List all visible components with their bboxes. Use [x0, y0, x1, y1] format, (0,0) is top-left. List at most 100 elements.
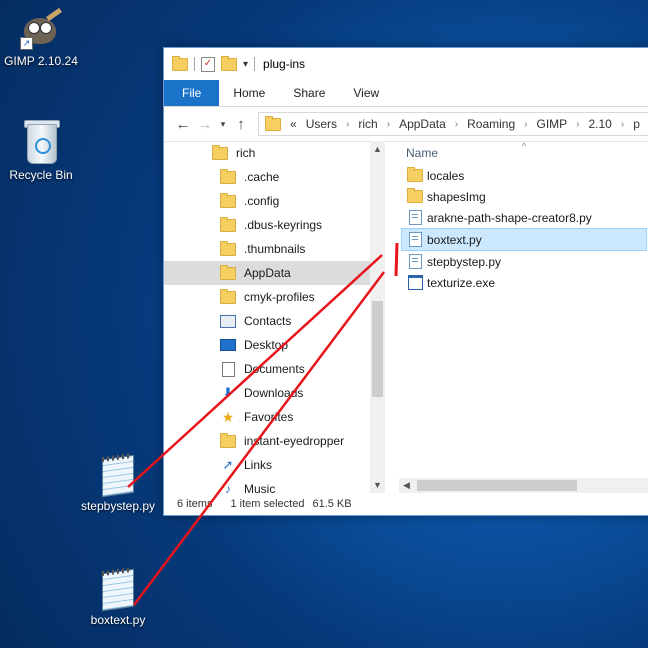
file-name: shapesImg	[427, 189, 486, 204]
up-arrow-icon[interactable]: ↑	[230, 116, 252, 133]
nav-item-thumbnails[interactable]: .thumbnails	[164, 237, 370, 261]
chevron-right-icon[interactable]: ›	[524, 119, 527, 130]
breadcrumb-roaming[interactable]: Roaming	[467, 117, 515, 131]
breadcrumb-2-10[interactable]: 2.10	[589, 117, 612, 131]
documents-icon	[221, 361, 235, 377]
breadcrumb-plug-ins[interactable]: p	[633, 117, 640, 131]
nav-item-appdata[interactable]: AppData	[164, 261, 370, 285]
file-row-boxtext[interactable]: boxtext.py	[401, 228, 647, 251]
file-row-locales[interactable]: locales	[399, 165, 648, 186]
nav-item-music[interactable]: ♪ Music	[164, 477, 370, 493]
file-row-stepbystep[interactable]: stepbystep.py	[399, 251, 648, 272]
python-file-icon	[408, 210, 422, 225]
folder-icon	[220, 216, 236, 232]
nav-item-rich[interactable]: rich	[164, 141, 370, 165]
nav-item-label: instant-eyedropper	[244, 434, 345, 448]
folder-icon	[220, 168, 236, 184]
python-file-icon	[408, 254, 422, 269]
folder-icon	[220, 264, 236, 280]
chevron-right-icon[interactable]: ›	[387, 119, 390, 130]
nav-item-label: Links	[244, 458, 273, 472]
file-row-shapesimg[interactable]: shapesImg	[399, 186, 648, 207]
nav-item-documents[interactable]: Documents	[164, 357, 370, 381]
customize-dropdown-icon[interactable]: ▾	[243, 59, 248, 70]
nav-item-instant-eyedropper[interactable]: instant-eyedropper	[164, 429, 370, 453]
nav-item-favorites[interactable]: ★ Favorites	[164, 405, 370, 429]
nav-item-label: Favorites	[244, 410, 294, 424]
desktop-icon-boxtext[interactable]: boxtext.py	[73, 566, 163, 627]
sort-ascending-icon: ^	[522, 141, 527, 151]
tab-home[interactable]: Home	[219, 80, 279, 106]
scroll-left-icon[interactable]: ◀	[399, 478, 414, 493]
breadcrumb-users[interactable]: Users	[306, 117, 337, 131]
notepad-file-icon	[98, 452, 138, 498]
nav-item-label: .dbus-keyrings	[244, 218, 323, 232]
address-bar[interactable]: « Users › rich › AppData › Roaming › GIMP › 2…	[258, 112, 648, 136]
nav-item-cache[interactable]: .cache	[164, 165, 370, 189]
folder-icon	[265, 115, 281, 131]
file-list-pane: ^ Name locales shapesImg arakne-path-sha…	[399, 141, 648, 493]
properties-icon[interactable]: ✓	[201, 56, 215, 72]
nav-item-label: Music	[244, 482, 276, 493]
file-row-texturize[interactable]: texturize.exe	[399, 272, 648, 293]
nav-item-label: Documents	[244, 362, 305, 376]
nav-item-links[interactable]: ➚ Links	[164, 453, 370, 477]
column-header-label: Name	[406, 146, 439, 160]
address-overflow[interactable]: «	[290, 117, 297, 131]
folder-icon	[220, 288, 236, 304]
title-bar: ✓ ▾ plug-ins	[164, 48, 648, 80]
chevron-right-icon[interactable]: ›	[576, 119, 579, 130]
file-name: locales	[427, 168, 465, 183]
gimp-icon: ↗	[20, 7, 62, 50]
scrollbar-thumb[interactable]	[372, 301, 383, 397]
nav-item-downloads[interactable]: ⬇ Downloads	[164, 381, 370, 405]
chevron-right-icon[interactable]: ›	[621, 119, 624, 130]
breadcrumb-gimp[interactable]: GIMP	[536, 117, 567, 131]
tab-share[interactable]: Share	[279, 80, 339, 106]
navigation-bar: ← → ▾ ↑ « Users › rich › AppData › Roaming ›…	[164, 107, 648, 142]
nav-item-config[interactable]: .config	[164, 189, 370, 213]
content-area: rich .cache .config .dbus-keyrings .thum…	[164, 141, 648, 493]
quick-access-toolbar: ✓ ▾	[172, 55, 256, 72]
notepad-file-icon	[98, 566, 138, 612]
nav-item-dbus-keyrings[interactable]: .dbus-keyrings	[164, 213, 370, 237]
nav-item-contacts[interactable]: Contacts	[164, 309, 370, 333]
file-pane-horizontal-scrollbar[interactable]: ◀	[399, 478, 648, 493]
chevron-right-icon[interactable]: ›	[455, 119, 458, 130]
desktop-icon-recycle-bin[interactable]: Recycle Bin	[0, 118, 86, 182]
file-name: boxtext.py	[427, 232, 482, 247]
nav-item-label: Downloads	[244, 386, 304, 400]
scroll-down-icon[interactable]: ▼	[370, 477, 385, 493]
column-header-name[interactable]: ^ Name	[399, 141, 648, 165]
nav-pane-scrollbar[interactable]: ▲ ▼	[370, 141, 385, 493]
nav-item-label: .config	[244, 194, 280, 208]
nav-item-cmyk-profiles[interactable]: cmyk-profiles	[164, 285, 370, 309]
nav-item-desktop[interactable]: Desktop	[164, 333, 370, 357]
file-row-arakne[interactable]: arakne-path-shape-creator8.py	[399, 207, 648, 228]
breadcrumb-appdata[interactable]: AppData	[399, 117, 446, 131]
scrollbar-thumb[interactable]	[417, 480, 577, 491]
desktop-icon-label: boxtext.py	[90, 613, 146, 627]
nav-item-label: AppData	[244, 266, 291, 280]
selection-size: 61.5 KB	[312, 498, 352, 510]
tab-file[interactable]: File	[164, 80, 220, 106]
chevron-right-icon[interactable]: ›	[346, 119, 349, 130]
scroll-up-icon[interactable]: ▲	[370, 141, 385, 157]
recent-locations-icon[interactable]: ▾	[216, 119, 230, 130]
status-bar: 6 items 1 item selected 61.5 KB	[164, 493, 648, 515]
new-folder-icon[interactable]	[221, 55, 237, 71]
tab-view[interactable]: View	[339, 80, 393, 106]
shortcut-arrow-icon: ↗	[20, 37, 33, 50]
navigation-pane: rich .cache .config .dbus-keyrings .thum…	[164, 141, 370, 493]
desktop-icon-stepbystep[interactable]: stepbystep.py	[73, 452, 163, 513]
nav-item-label: .thumbnails	[244, 242, 306, 256]
forward-arrow-icon[interactable]: →	[194, 116, 216, 133]
explorer-window: ✓ ▾ plug-ins File Home Share View ← → ▾ …	[163, 47, 648, 516]
window-title: plug-ins	[263, 57, 306, 71]
breadcrumb-rich[interactable]: rich	[358, 117, 377, 131]
item-count: 6 items	[177, 498, 213, 510]
back-arrow-icon[interactable]: ←	[172, 116, 194, 133]
folder-icon	[220, 240, 236, 256]
file-name: arakne-path-shape-creator8.py	[427, 210, 592, 225]
desktop-icon-gimp[interactable]: ↗ GIMP 2.10.24	[0, 7, 86, 68]
